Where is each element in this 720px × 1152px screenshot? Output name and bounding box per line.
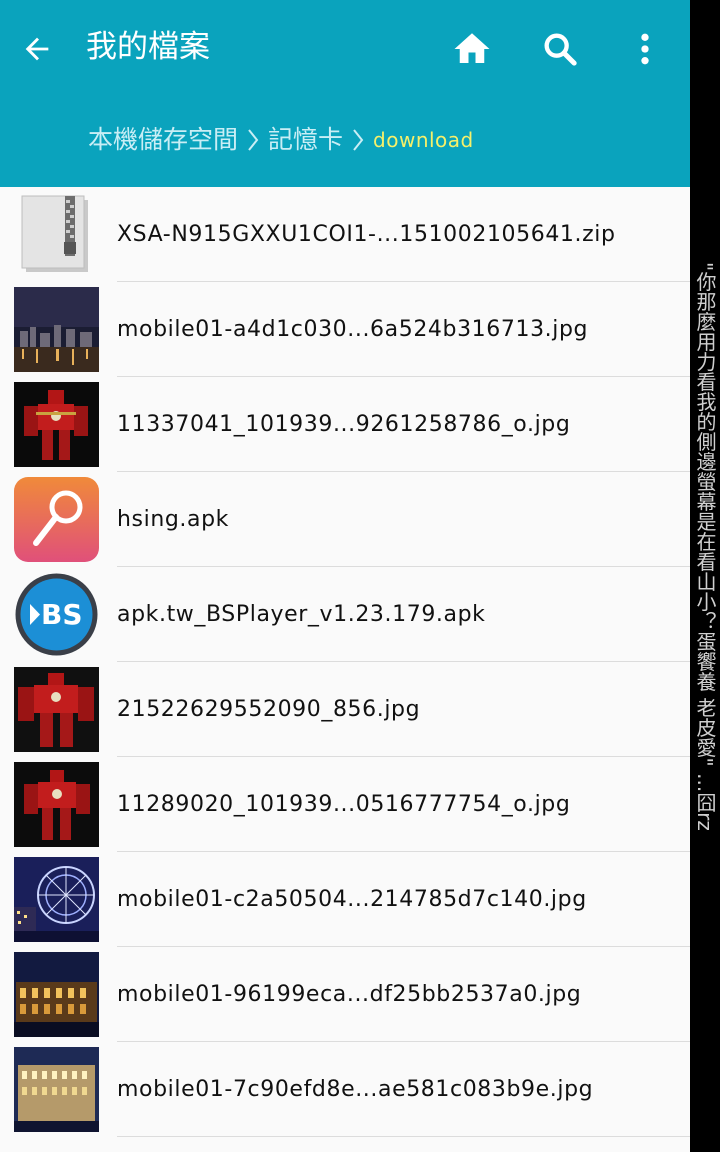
file-row[interactable]: hsing.apk [0,472,690,567]
breadcrumb-item-memory-card[interactable]: 記憶卡 [268,118,343,162]
file-name: mobile01-7c90efd8e...ae581c083b9e.jpg [117,1077,594,1102]
file-row[interactable]: 21522629552090_856.jpg [0,662,690,757]
file-name: 21522629552090_856.jpg [117,697,421,722]
bsplayer-app-icon: BS [14,572,99,657]
red-robot-photo [14,762,99,847]
more-vert-icon [641,33,649,65]
divider [117,1136,690,1137]
edge-caption: "你那麼用力看我的側邊螢幕是在看山小？蛋饗養 老皮愛" ...囧rz [693,262,717,831]
red-robot-photo [14,382,99,467]
zip-icon [14,192,99,277]
file-list: XSA-N915GXXU1COI1-...151002105641.zip mo… [0,187,690,1137]
file-name: mobile01-c2a50504...214785d7c140.jpg [117,887,587,912]
file-row[interactable]: mobile01-c2a50504...214785d7c140.jpg [0,852,690,947]
file-row[interactable]: mobile01-a4d1c030...6a524b316713.jpg [0,282,690,377]
svg-text:BS: BS [41,598,83,631]
home-icon [454,33,490,63]
search-button[interactable] [537,26,583,72]
lit-building-photo [14,952,99,1037]
file-name: apk.tw_BSPlayer_v1.23.179.apk [117,602,486,627]
back-button[interactable] [14,26,60,72]
search-icon [544,33,577,66]
chevron-right-icon [343,127,373,153]
app-bar: 我的檔案 本機儲存空間 記憶卡 download [0,0,690,187]
file-name: XSA-N915GXXU1COI1-...151002105641.zip [117,222,616,247]
file-row[interactable]: XSA-N915GXXU1COI1-...151002105641.zip [0,187,690,282]
file-row[interactable]: BS apk.tw_BSPlayer_v1.23.179.apk [0,567,690,662]
file-name: hsing.apk [117,507,230,532]
file-name: 11289020_101939...0516777754_o.jpg [117,792,571,817]
lit-building-photo [14,1047,99,1132]
back-arrow-icon [25,37,49,61]
file-row[interactable]: 11337041_101939...9261258786_o.jpg [0,377,690,472]
ferris-wheel-photo [14,857,99,942]
more-options-button[interactable] [622,26,668,72]
file-row[interactable]: 11289020_101939...0516777754_o.jpg [0,757,690,852]
breadcrumb-item-internal-storage[interactable]: 本機儲存空間 [88,118,238,162]
file-row[interactable]: mobile01-96199eca...df25bb2537a0.jpg [0,947,690,1042]
home-button[interactable] [449,26,495,72]
file-row[interactable]: mobile01-7c90efd8e...ae581c083b9e.jpg [0,1042,690,1137]
red-robot-photo [14,667,99,752]
chevron-right-icon [238,127,268,153]
breadcrumb-item-download: download [373,128,474,152]
file-name: 11337041_101939...9261258786_o.jpg [117,412,571,437]
breadcrumb: 本機儲存空間 記憶卡 download [88,118,474,162]
file-name: mobile01-96199eca...df25bb2537a0.jpg [117,982,582,1007]
page-title: 我的檔案 [86,29,210,65]
hsing-app-icon [14,477,99,562]
file-manager-app: 我的檔案 本機儲存空間 記憶卡 download XSA-N915GXXU1CO… [0,0,690,1152]
edge-screen: "你那麼用力看我的側邊螢幕是在看山小？蛋饗養 老皮愛" ...囧rz [690,0,720,1152]
night-city-photo [14,287,99,372]
file-name: mobile01-a4d1c030...6a524b316713.jpg [117,317,589,342]
